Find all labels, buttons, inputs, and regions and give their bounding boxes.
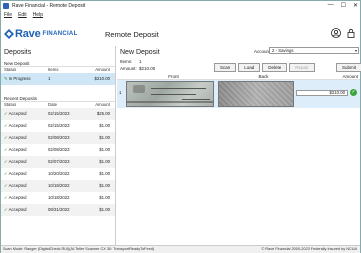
amount-row: Amount: $210.00: [120, 66, 156, 71]
col-back: Back: [258, 74, 269, 79]
title-bar: Rave Financial - Remote Deposit — ☐ ✕: [1, 1, 360, 11]
new-deposit-row[interactable]: ✎In Progress 1 $210.00: [1, 73, 115, 85]
header-icons: [331, 28, 356, 38]
menu-bar: File Edit Help: [1, 11, 360, 19]
checkmark-icon: ✓: [4, 135, 8, 140]
check-item-row[interactable]: 1 $210.00 ✓: [117, 80, 360, 108]
submit-button[interactable]: Submit: [336, 63, 361, 72]
recent-deposits-heading: Recent Deposits: [1, 95, 115, 102]
page-title: Remote Deposit: [105, 30, 159, 39]
items-row: Items: 1: [120, 59, 142, 64]
app-window: Rave Financial - Remote Deposit — ☐ ✕ Fi…: [0, 0, 361, 253]
app-header: Rave FINANCIAL Remote Deposit: [1, 19, 360, 46]
row-number: 1: [119, 90, 122, 95]
checkmark-icon: ✓: [4, 183, 8, 188]
app-icon: [3, 3, 9, 9]
scan-button[interactable]: Scan: [214, 63, 237, 72]
menu-edit[interactable]: Edit: [18, 12, 27, 18]
check-front-image[interactable]: [126, 81, 214, 107]
new-deposit-panel: New Deposit Account: 2 - Savings ▾ Items…: [117, 46, 361, 245]
list-item[interactable]: ✓Accepted 10/20/2022 $1.00: [1, 168, 115, 180]
checkmark-icon: ✓: [4, 111, 8, 116]
list-item[interactable]: ✓Accepted 02/07/2023 $1.00: [1, 156, 115, 168]
repair-button[interactable]: Repair: [289, 63, 315, 72]
maximize-icon[interactable]: ☐: [341, 2, 346, 9]
delete-button[interactable]: Delete: [262, 63, 288, 72]
col-amount: Amount: [342, 74, 358, 79]
checkmark-icon: ✓: [4, 123, 8, 128]
recent-deposits-list: ✓Accepted 02/15/2023 $25.00 ✓Accepted 02/15/…: [1, 108, 115, 216]
list-item[interactable]: ✓Accepted 10/18/2022 $1.00: [1, 180, 115, 192]
check-back-image[interactable]: [218, 81, 294, 107]
logo: Rave FINANCIAL: [4, 28, 78, 40]
menu-help[interactable]: Help: [33, 12, 43, 18]
menu-file[interactable]: File: [4, 12, 12, 18]
logo-mark-icon: [4, 29, 14, 39]
checkmark-icon: ✓: [4, 147, 8, 152]
deposits-panel: Deposits New Deposit Status Items Amount…: [1, 46, 116, 245]
pencil-icon: ✎: [4, 76, 8, 81]
deposits-title: Deposits: [4, 49, 32, 56]
list-item[interactable]: ✓Accepted 10/18/2022 $1.00: [1, 192, 115, 204]
lock-icon[interactable]: [346, 28, 356, 38]
list-item[interactable]: ✓Accepted 02/15/2023 $1.00: [1, 120, 115, 132]
checkmark-icon: ✓: [350, 89, 357, 96]
window-title: Rave Financial - Remote Deposit: [12, 3, 86, 9]
window-controls: — ☐ ✕: [328, 2, 358, 9]
list-item[interactable]: ✓Accepted 02/15/2023 $25.00: [1, 108, 115, 120]
user-icon[interactable]: [331, 28, 341, 38]
logo-subtext: FINANCIAL: [42, 31, 78, 37]
scan-mode-status: Scan Mode: Ranger (DigitalCheck.RUI)(Al-…: [3, 247, 155, 251]
col-front: Front: [168, 74, 179, 79]
new-deposit-title: New Deposit: [120, 49, 160, 56]
chevron-down-icon: ▾: [354, 48, 357, 53]
close-icon[interactable]: ✕: [353, 2, 358, 9]
minimize-icon[interactable]: —: [328, 2, 334, 9]
new-deposit-heading: New Deposit: [1, 60, 115, 67]
load-button[interactable]: Load: [238, 63, 261, 72]
item-amount-field[interactable]: $210.00: [296, 90, 348, 96]
checkmark-icon: ✓: [4, 207, 8, 212]
checkmark-icon: ✓: [4, 159, 8, 164]
checkmark-icon: ✓: [4, 171, 8, 176]
list-item[interactable]: ✓Accepted 08/31/2022 $1.00: [1, 204, 115, 216]
logo-text: Rave: [15, 28, 41, 40]
checkmark-icon: ✓: [4, 195, 8, 200]
action-buttons: Scan Load Delete Repair: [214, 63, 315, 72]
status-bar: Scan Mode: Ranger (DigitalCheck.RUI)(Al-…: [1, 245, 360, 253]
list-item[interactable]: ✓Accepted 02/08/2023 $1.00: [1, 144, 115, 156]
items-grid-header: Front Back Amount: [117, 73, 360, 80]
list-item[interactable]: ✓Accepted 02/08/2023 $1.00: [1, 132, 115, 144]
copyright-text: © Rave Financial 2000-2023 Federally Ins…: [261, 247, 357, 251]
account-select[interactable]: 2 - Savings ▾: [269, 47, 359, 54]
